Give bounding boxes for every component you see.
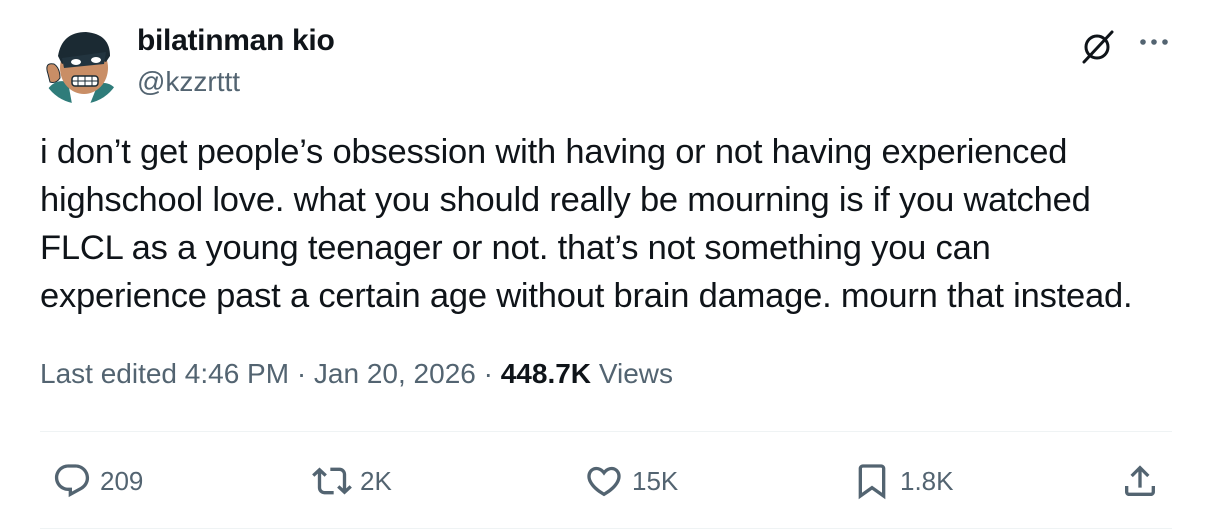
reply-icon bbox=[54, 464, 90, 498]
tweet-meta: Last edited 4:46 PM · Jan 20, 2026 · 448… bbox=[40, 358, 673, 390]
views-count: 448.7K bbox=[500, 358, 592, 389]
share-button[interactable] bbox=[1120, 458, 1160, 504]
author-handle[interactable]: @kzzrttt bbox=[137, 66, 240, 98]
repost-count: 2K bbox=[360, 465, 392, 496]
tweet-text-line: highschool love. what you should really … bbox=[40, 181, 1091, 219]
share-icon bbox=[1125, 465, 1155, 496]
reply-count: 209 bbox=[100, 465, 144, 496]
tweet-text-line: i don’t get people’s obsession with havi… bbox=[40, 133, 1068, 171]
divider bbox=[40, 528, 1172, 529]
bookmark-button[interactable]: 1.8K bbox=[852, 458, 954, 504]
bookmark-icon bbox=[858, 464, 886, 500]
repost-icon bbox=[312, 467, 352, 495]
tweet: bilatinman kio @kzzrttt i don’t get peop… bbox=[0, 0, 1212, 532]
more-icon[interactable] bbox=[1138, 34, 1170, 50]
divider bbox=[40, 431, 1172, 432]
heart-icon bbox=[587, 466, 621, 497]
bookmark-count: 1.8K bbox=[900, 465, 954, 496]
repost-button[interactable]: 2K bbox=[312, 458, 392, 504]
grok-icon[interactable] bbox=[1078, 26, 1118, 66]
reply-button[interactable]: 209 bbox=[52, 458, 143, 504]
views-label: Views bbox=[598, 358, 673, 389]
like-count: 15K bbox=[632, 465, 679, 496]
tweet-text-line: FLCL as a young teenager or not. that’s … bbox=[40, 229, 991, 267]
tweet-text-line: experience past a certain age without br… bbox=[40, 277, 1133, 315]
author-name[interactable]: bilatinman kio bbox=[137, 24, 335, 58]
tweet-text: i don’t get people’s obsession with havi… bbox=[40, 128, 1190, 320]
edited-timestamp[interactable]: Last edited 4:46 PM · Jan 20, 2026 · bbox=[40, 358, 493, 389]
like-button[interactable]: 15K bbox=[584, 458, 678, 504]
avatar[interactable] bbox=[40, 22, 122, 104]
